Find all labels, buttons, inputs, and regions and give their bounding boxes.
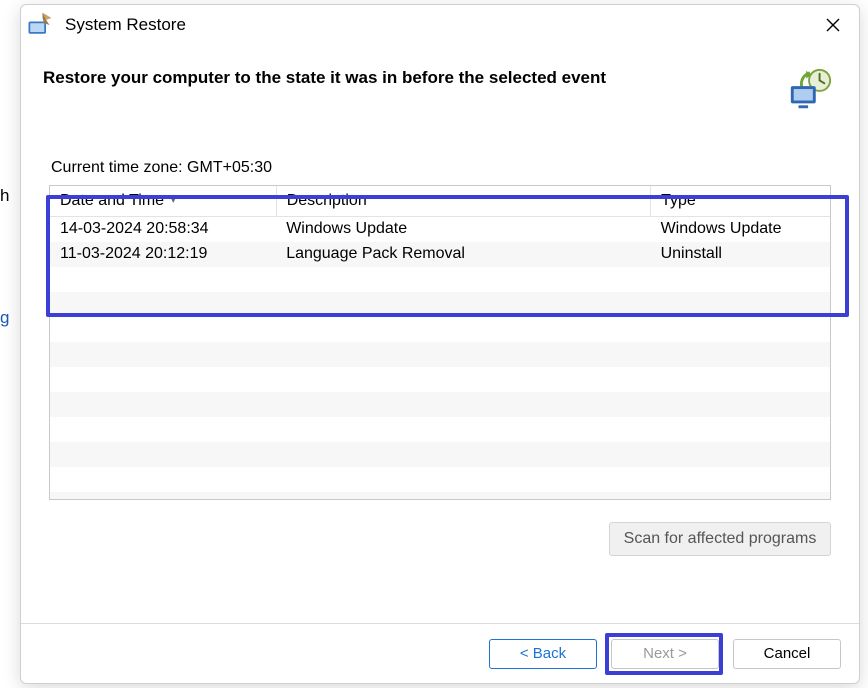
col-header-date[interactable]: Date and Time ▾ [50,186,276,217]
next-button[interactable]: Next > [611,639,719,669]
system-restore-dialog: System Restore Restore your computer to … [20,4,860,684]
wizard-footer: < Back Next > Cancel [21,623,859,683]
col-header-description[interactable]: Description [276,186,650,217]
table-row-empty: . [50,367,830,392]
page-heading: Restore your computer to the state it wa… [43,67,777,89]
cell-type: Windows Update [651,217,830,242]
table-row-empty: . [50,467,830,492]
table-row[interactable]: 11-03-2024 20:12:19 Language Pack Remova… [50,242,830,267]
table-row-empty: . [50,417,830,442]
back-button[interactable]: < Back [489,639,597,669]
sort-descending-icon: ▾ [171,193,177,206]
scan-affected-programs-button[interactable]: Scan for affected programs [609,522,831,556]
background-char: g [0,308,9,328]
cell-date: 11-03-2024 20:12:19 [50,242,276,267]
background-char: h [0,186,9,206]
cell-date: 14-03-2024 20:58:34 [50,217,276,242]
restore-points-table[interactable]: Date and Time ▾ Description Type 14-03-2… [49,185,831,500]
table-row-empty: . [50,317,830,342]
table-header-row[interactable]: Date and Time ▾ Description Type [50,186,830,217]
table-row-empty: . [50,292,830,317]
close-button[interactable] [811,9,855,41]
col-header-date-label: Date and Time [60,192,164,209]
system-restore-icon [25,11,53,39]
wizard-header: Restore your computer to the state it wa… [21,45,859,123]
content-area: Current time zone: GMT+05:30 Date and Ti… [21,123,859,623]
cell-type: Uninstall [651,242,830,267]
table-row[interactable]: 14-03-2024 20:58:34 Windows Update Windo… [50,217,830,242]
col-header-type[interactable]: Type [651,186,830,217]
cell-desc: Windows Update [276,217,650,242]
restore-wizard-icon [787,67,833,113]
title-bar: System Restore [21,5,859,45]
table-row-empty: . [50,267,830,292]
cancel-button[interactable]: Cancel [733,639,841,669]
table-row-empty: . [50,442,830,467]
table-row-empty: . [50,492,830,501]
timezone-label: Current time zone: GMT+05:30 [51,159,831,177]
cell-desc: Language Pack Removal [276,242,650,267]
table-row-empty: . [50,392,830,417]
table-row-empty: . [50,342,830,367]
window-title: System Restore [65,15,186,35]
